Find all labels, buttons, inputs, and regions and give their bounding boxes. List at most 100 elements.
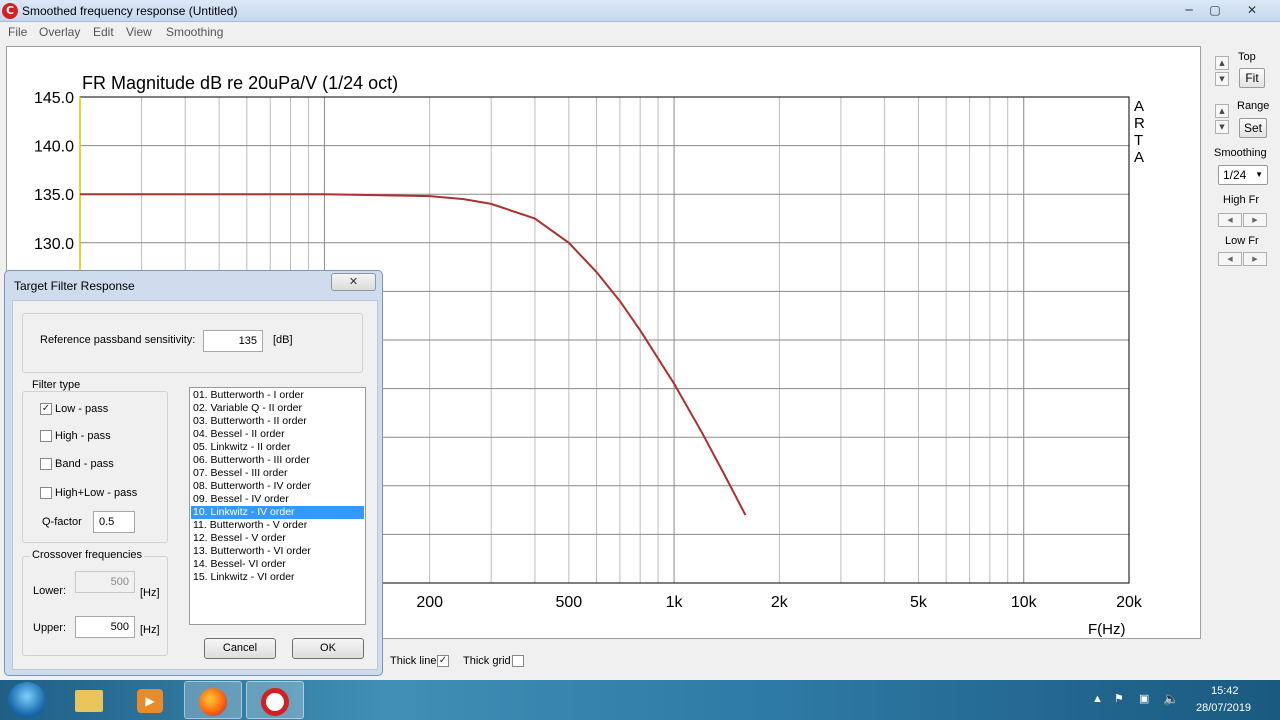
ok-button[interactable]: OK <box>292 638 364 659</box>
show-hidden-icons[interactable]: ▲ <box>1092 693 1103 705</box>
dialog-body: Reference passband sensitivity: 135 [dB]… <box>12 300 378 670</box>
top-down-arrow[interactable]: ▼ <box>1215 72 1229 86</box>
arta-icon <box>261 688 289 716</box>
thick-grid-checkbox[interactable] <box>512 655 524 667</box>
top-label: Top <box>1238 51 1256 63</box>
network-icon[interactable]: ▣ <box>1139 692 1149 705</box>
watermark-letter: A <box>1134 98 1144 115</box>
x-tick-labels: 200 500 1k 2k 5k 10k 20k <box>416 594 1143 611</box>
thick-grid-label: Thick grid <box>463 655 511 667</box>
range-up-arrow[interactable]: ▲ <box>1215 104 1229 118</box>
y-tick-label: 140.0 <box>34 139 74 156</box>
chart-title: FR Magnitude dB re 20uPa/V (1/24 oct) <box>82 73 398 93</box>
filter-list-item[interactable]: 01. Butterworth - I order <box>191 389 364 402</box>
top-up-arrow[interactable]: ▲ <box>1215 56 1229 70</box>
arta-taskbar-button[interactable] <box>246 681 304 719</box>
filter-list-item[interactable]: 12. Bessel - V order <box>191 532 364 545</box>
low-fr-right-arrow[interactable]: ▶ <box>1243 252 1267 266</box>
upper-label: Upper: <box>33 622 67 634</box>
filter-list-item[interactable]: 06. Butterworth - III order <box>191 454 364 467</box>
high-fr-left-arrow[interactable]: ◀ <box>1218 213 1242 227</box>
close-button[interactable]: ✕ <box>1232 1 1272 19</box>
set-button[interactable]: Set <box>1239 118 1267 138</box>
action-center-icon[interactable]: ⚑ <box>1114 692 1124 705</box>
band-pass-checkbox[interactable] <box>40 458 52 470</box>
menu-bar: File Overlay Edit View Smoothing <box>0 22 1280 42</box>
smoothing-value: 1/24 <box>1223 168 1247 182</box>
filter-list-item-selected[interactable]: 10. Linkwitz - IV order <box>191 506 364 519</box>
filter-type-label: Filter type <box>30 379 83 391</box>
filter-list-item[interactable]: 15. Linkwitz - VI order <box>191 571 364 584</box>
volume-icon[interactable]: 🔈 <box>1163 691 1179 707</box>
crossover-label: Crossover frequencies <box>30 549 145 561</box>
high-low-pass-checkbox[interactable] <box>40 487 52 499</box>
media-player-taskbar-button[interactable]: ▶ <box>122 681 180 719</box>
title-bar: C Smoothed frequency response (Untitled)… <box>0 0 1280 22</box>
smoothing-select[interactable]: 1/24 ▼ <box>1218 165 1268 185</box>
upper-unit: [Hz] <box>140 624 160 636</box>
high-fr-label: High Fr <box>1223 194 1260 206</box>
filter-list-item[interactable]: 05. Linkwitz - II order <box>191 441 364 454</box>
high-pass-label: High - pass <box>55 430 111 442</box>
filter-list-item[interactable]: 02. Variable Q - II order <box>191 402 364 415</box>
target-filter-dialog: Target Filter Response ✕ Reference passb… <box>4 270 383 676</box>
menu-edit[interactable]: Edit <box>93 25 114 39</box>
filter-list-item[interactable]: 03. Butterworth - II order <box>191 415 364 428</box>
filter-list-item[interactable]: 04. Bessel - II order <box>191 428 364 441</box>
fit-button[interactable]: Fit <box>1239 68 1265 88</box>
band-pass-label: Band - pass <box>55 458 114 470</box>
reference-label: Reference passband sensitivity: <box>40 334 196 346</box>
cancel-button[interactable]: Cancel <box>204 638 276 659</box>
filter-list-item[interactable]: 11. Butterworth - V order <box>191 519 364 532</box>
filter-list-item[interactable]: 08. Butterworth - IV order <box>191 480 364 493</box>
clock-date[interactable]: 28/07/2019 <box>1196 702 1251 714</box>
clock-time[interactable]: 15:42 <box>1211 685 1239 697</box>
menu-smoothing[interactable]: Smoothing <box>166 25 223 39</box>
taskbar: ▶ ▲ ⚑ ▣ 🔈 15:42 28/07/2019 <box>0 680 1280 720</box>
maximize-button[interactable]: ▢ <box>1204 1 1226 19</box>
y-tick-label: 145.0 <box>34 90 74 107</box>
y-tick-label: 130.0 <box>34 236 74 253</box>
x-tick-label: 1k <box>666 594 684 611</box>
high-pass-checkbox[interactable] <box>40 430 52 442</box>
high-fr-right-arrow[interactable]: ▶ <box>1243 213 1267 227</box>
filter-list-item[interactable]: 07. Bessel - III order <box>191 467 364 480</box>
file-explorer-taskbar-button[interactable] <box>60 681 118 719</box>
y-tick-label: 135.0 <box>34 187 74 204</box>
menu-overlay[interactable]: Overlay <box>39 25 80 39</box>
watermark-letter: R <box>1134 115 1145 132</box>
x-tick-label: 500 <box>555 594 582 611</box>
folder-icon <box>75 690 103 712</box>
arta-watermark: A R T A <box>1134 98 1145 166</box>
chevron-down-icon: ▼ <box>1255 170 1263 179</box>
filter-list-item[interactable]: 14. Bessel- VI order <box>191 558 364 571</box>
q-factor-input[interactable]: 0.5 <box>93 511 135 533</box>
menu-view[interactable]: View <box>126 25 152 39</box>
start-button[interactable] <box>8 682 46 718</box>
filter-list-item[interactable]: 09. Bessel - IV order <box>191 493 364 506</box>
reference-input[interactable]: 135 <box>203 330 263 352</box>
x-tick-label: 20k <box>1116 594 1143 611</box>
x-tick-label: 2k <box>771 594 789 611</box>
dialog-title: Target Filter Response <box>14 279 135 293</box>
arta-app-icon[interactable]: C <box>2 3 18 19</box>
range-down-arrow[interactable]: ▼ <box>1215 120 1229 134</box>
thick-line-checkbox[interactable]: ✓ <box>437 655 449 667</box>
low-fr-left-arrow[interactable]: ◀ <box>1218 252 1242 266</box>
low-fr-label: Low Fr <box>1225 235 1259 247</box>
minimize-button[interactable]: ─ <box>1178 1 1200 19</box>
filter-list[interactable]: 01. Butterworth - I order 02. Variable Q… <box>189 387 366 625</box>
x-axis-label: F(Hz) <box>1088 621 1126 638</box>
low-pass-label: Low - pass <box>55 403 109 415</box>
lower-frequency-input[interactable]: 500 <box>75 571 135 593</box>
high-low-pass-label: High+Low - pass <box>55 487 138 499</box>
menu-file[interactable]: File <box>8 25 27 39</box>
filter-list-item[interactable]: 13. Butterworth - VI order <box>191 545 364 558</box>
watermark-letter: A <box>1134 149 1144 166</box>
q-factor-label: Q-factor <box>42 516 82 528</box>
upper-frequency-input[interactable]: 500 <box>75 616 135 638</box>
low-pass-checkbox[interactable]: ✓ <box>40 403 52 415</box>
dialog-close-button[interactable]: ✕ <box>331 273 376 291</box>
firefox-taskbar-button[interactable] <box>184 681 242 719</box>
x-tick-label: 5k <box>910 594 928 611</box>
